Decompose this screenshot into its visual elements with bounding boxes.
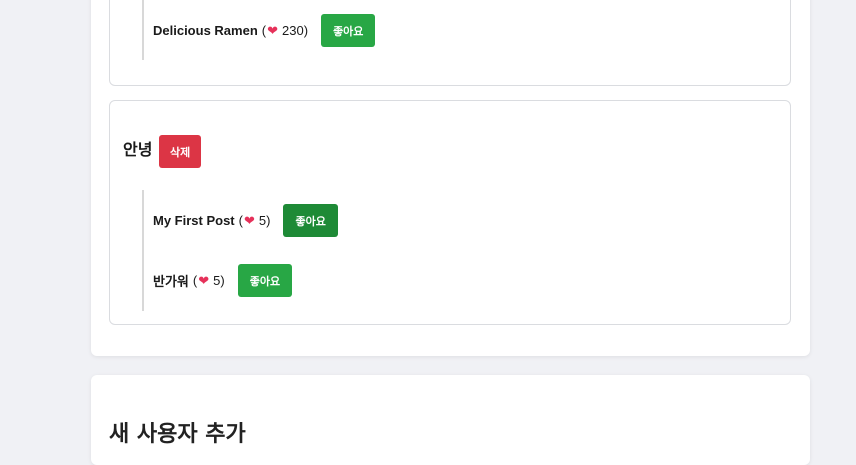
user-card: 안녕 삭제 My First Post ( ❤ 5 ) 좋아요 반가워 ( ❤ … (109, 100, 791, 325)
heart-icon: ❤ (198, 272, 210, 288)
post-open-paren: ( (192, 273, 198, 288)
like-button[interactable]: 좋아요 (237, 264, 293, 297)
post-open-paren: ( (238, 213, 243, 228)
post-open-paren: ( (261, 23, 267, 38)
post-close-paren: ) (266, 213, 271, 228)
user-card: Delicious Ramen ( ❤ 230 ) 좋아요 (109, 0, 791, 86)
post-like-count: 5 (213, 273, 221, 288)
post-item: 반가워 ( ❤ 5 ) 좋아요 (153, 264, 293, 297)
post-item: Delicious Ramen ( ❤ 230 ) 좋아요 (153, 14, 376, 47)
like-button[interactable]: 좋아요 (283, 204, 338, 237)
heart-icon: ❤ (243, 212, 255, 228)
post-like-count: 5 (258, 213, 267, 228)
add-user-title: 새 사용자 추가 (109, 422, 246, 447)
post-close-paren: ) (303, 23, 309, 38)
post-title: Delicious Ramen (153, 23, 258, 38)
delete-user-button[interactable]: 삭제 (159, 135, 202, 168)
like-button[interactable]: 좋아요 (321, 14, 376, 47)
post-title: My First Post (153, 213, 235, 228)
heart-icon: ❤ (267, 22, 279, 38)
post-close-paren: ) (220, 273, 225, 288)
post-like-count: 230 (282, 23, 304, 38)
post-item: My First Post ( ❤ 5 ) 좋아요 (153, 204, 338, 237)
user-name: 안녕 (123, 142, 153, 159)
users-panel: Delicious Ramen ( ❤ 230 ) 좋아요 안녕 삭제 My F… (91, 0, 810, 356)
add-user-panel: 새 사용자 추가 (91, 375, 810, 465)
post-title: 반가워 (153, 274, 189, 289)
post-list: My First Post ( ❤ 5 ) 좋아요 반가워 ( ❤ 5 ) 좋아… (142, 190, 338, 311)
post-list: Delicious Ramen ( ❤ 230 ) 좋아요 (142, 0, 376, 60)
